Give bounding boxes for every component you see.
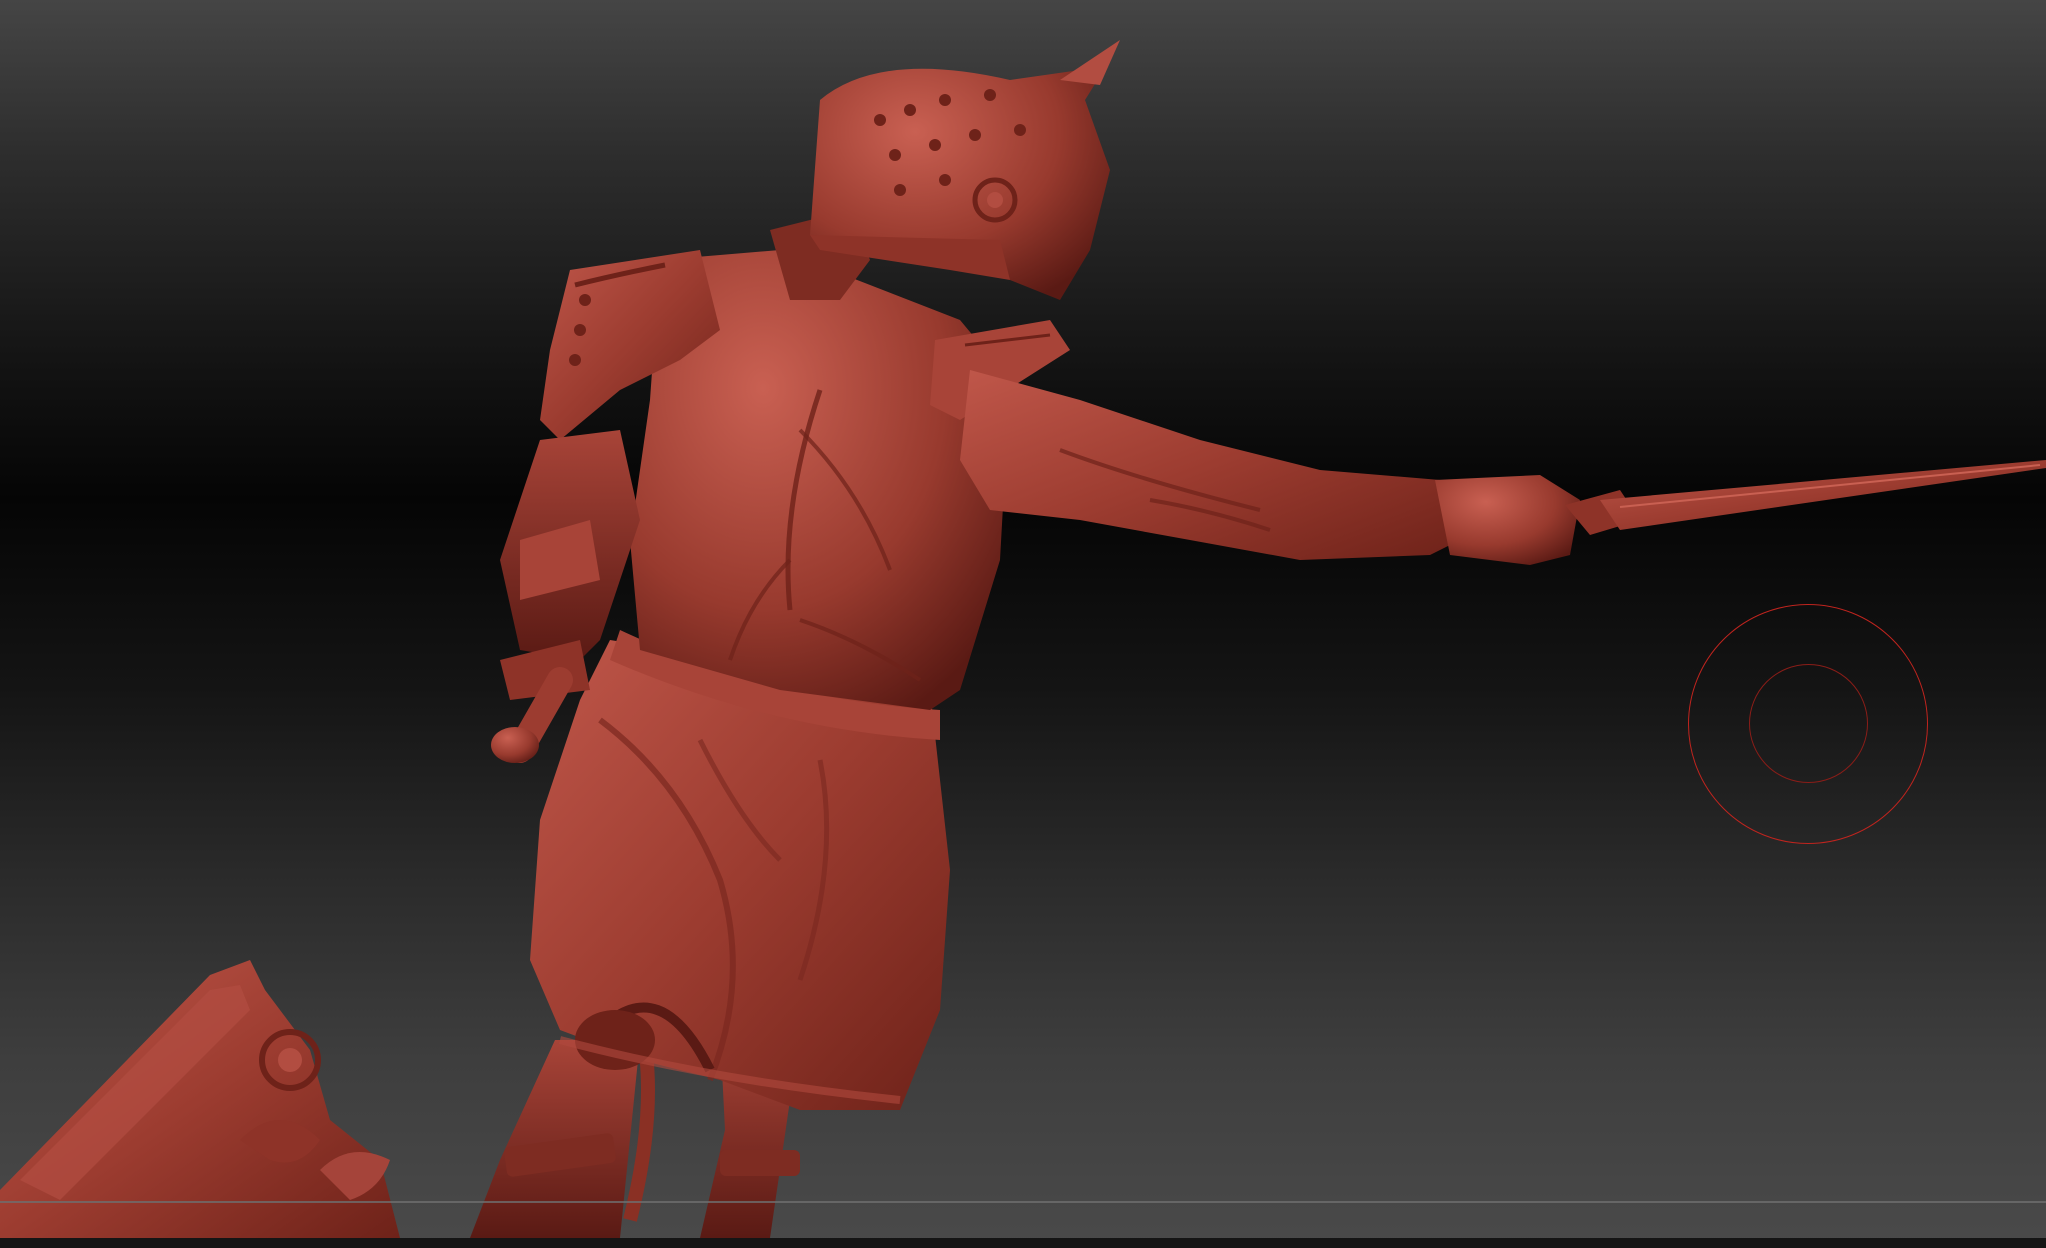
ornamental-base: [0, 960, 400, 1238]
canvas-edge-line: [0, 1201, 2046, 1203]
zbrush-canvas[interactable]: [0, 0, 2046, 1248]
right-arm: [960, 370, 1580, 565]
sculpted-model: [0, 40, 2046, 1238]
helmet: [770, 40, 1120, 300]
brush-focal-ring: [1749, 664, 1868, 783]
brush-cursor-icon: [1688, 604, 1928, 844]
bottom-shelf: [0, 1238, 2046, 1248]
sword: [1565, 460, 2046, 535]
